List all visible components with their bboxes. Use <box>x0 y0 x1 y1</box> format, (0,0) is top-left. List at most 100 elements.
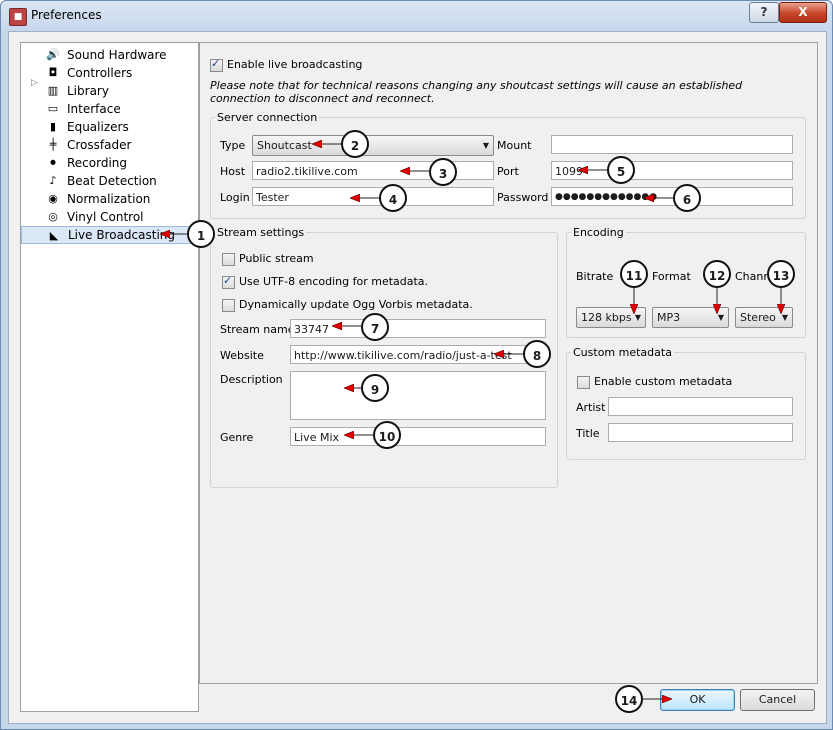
sidebar-item-beat-detection[interactable]: ♪ Beat Detection <box>21 172 157 190</box>
sidebar-item-label: Interface <box>67 102 121 116</box>
callout-10: 10 <box>373 421 401 449</box>
live-broadcasting-panel: Enable live broadcasting Please note tha… <box>199 42 818 684</box>
website-input[interactable]: http://www.tikilive.com/radio/just-a-tes… <box>290 345 546 364</box>
sidebar-item-label: Beat Detection <box>67 174 157 188</box>
sidebar-item-normalization[interactable]: ◉ Normalization <box>21 190 150 208</box>
close-button[interactable]: X <box>779 2 827 23</box>
mount-label: Mount <box>497 139 532 152</box>
host-label: Host <box>220 165 246 178</box>
port-label: Port <box>497 165 519 178</box>
controller-icon: ◘ <box>48 66 58 79</box>
help-button[interactable]: ? <box>749 2 779 23</box>
callout-11: 11 <box>620 260 648 288</box>
artist-input[interactable] <box>608 397 793 416</box>
callout-12: 12 <box>703 260 731 288</box>
login-input[interactable]: Tester <box>252 187 494 206</box>
channels-value: Stereo <box>740 311 776 324</box>
sidebar-item-vinyl-control[interactable]: ◎ Vinyl Control <box>21 208 144 226</box>
ogg-metadata-label: Dynamically update Ogg Vorbis metadata. <box>239 298 473 311</box>
callout-13: 13 <box>767 260 795 288</box>
title-bar[interactable]: ■ Preferences ? X <box>1 1 832 31</box>
sidebar-item-library[interactable]: ▥ Library <box>21 82 109 100</box>
bitrate-label: Bitrate <box>576 270 614 283</box>
recording-icon: ⏺ <box>50 156 56 169</box>
sidebar-item-controllers[interactable]: ◘ Controllers <box>21 64 133 82</box>
callout-7: 7 <box>361 313 389 341</box>
sidebar-item-label: Sound Hardware <box>67 48 167 62</box>
callout-9: 9 <box>361 374 389 402</box>
sidebar-item-label: Live Broadcasting <box>68 228 175 242</box>
utf8-metadata-checkbox[interactable] <box>222 274 235 289</box>
type-select[interactable]: Shoutcast ▼ <box>252 135 494 156</box>
sidebar-item-label: Vinyl Control <box>67 210 144 224</box>
public-stream-checkbox[interactable] <box>222 253 235 266</box>
library-icon: ▥ <box>47 84 59 97</box>
preferences-tree[interactable]: ▷ 🔊 Sound Hardware ◘ Controllers ▥ Library … <box>20 42 199 712</box>
sidebar-item-live-broadcasting[interactable]: ◣ Live Broadcasting <box>21 226 198 244</box>
equalizer-icon: ▮ <box>49 120 57 133</box>
callout-5: 5 <box>607 156 635 184</box>
enable-custom-metadata-checkbox[interactable] <box>577 376 590 389</box>
ok-button[interactable]: OK <box>660 689 735 711</box>
cancel-button[interactable]: Cancel <box>740 689 815 711</box>
channels-select[interactable]: Stereo ▼ <box>735 307 793 328</box>
stream-name-input[interactable]: 33747 <box>290 319 546 338</box>
format-value: MP3 <box>657 311 681 324</box>
shoutcast-note: Please note that for technical reasons c… <box>210 79 743 105</box>
description-label: Description <box>220 373 283 386</box>
password-label: Password <box>497 191 549 204</box>
description-textarea[interactable] <box>290 371 546 420</box>
password-input[interactable]: ●●●●●●●●●●●●● <box>551 187 793 206</box>
title-input[interactable] <box>608 423 793 442</box>
dialog-client: ▷ 🔊 Sound Hardware ◘ Controllers ▥ Library … <box>8 31 827 724</box>
genre-input[interactable]: Live Mix <box>290 427 546 446</box>
callout-14: 14 <box>615 685 643 713</box>
callout-8: 8 <box>523 340 551 368</box>
stream-name-label: Stream name <box>220 323 295 336</box>
callout-6: 6 <box>673 184 701 212</box>
normalization-icon: ◉ <box>48 192 58 205</box>
stream-settings-title: Stream settings <box>215 226 307 239</box>
sidebar-item-label: Normalization <box>67 192 151 206</box>
format-select[interactable]: MP3 ▼ <box>652 307 729 328</box>
type-label: Type <box>220 139 246 152</box>
monitor-icon: ▭ <box>47 102 59 115</box>
sidebar-item-crossfader[interactable]: ╪ Crossfader <box>21 136 132 154</box>
sidebar-item-sound-hardware[interactable]: 🔊 Sound Hardware <box>21 46 167 64</box>
bitrate-select[interactable]: 128 kbps ▼ <box>576 307 646 328</box>
title-label: Title <box>576 427 600 440</box>
ogg-metadata-checkbox[interactable] <box>222 299 235 312</box>
host-input[interactable]: radio2.tikilive.com <box>252 161 494 180</box>
vinyl-icon: ◎ <box>48 210 58 223</box>
chevron-down-icon: ▼ <box>634 313 641 322</box>
window-title: Preferences <box>31 8 102 22</box>
crossfader-icon: ╪ <box>49 138 57 151</box>
sidebar-item-interface[interactable]: ▭ Interface <box>21 100 121 118</box>
preferences-window: ■ Preferences ? X ▷ 🔊 Sound Hardware ◘ Con… <box>0 0 833 730</box>
callout-1: 1 <box>187 220 215 248</box>
chevron-down-icon: ▼ <box>781 313 788 322</box>
enable-broadcasting-checkbox[interactable] <box>210 57 223 72</box>
port-input[interactable]: 1099 <box>551 161 793 180</box>
enable-custom-metadata-label: Enable custom metadata <box>594 375 733 388</box>
server-connection-title: Server connection <box>215 111 320 124</box>
sidebar-item-recording[interactable]: ⏺ Recording <box>21 154 127 172</box>
utf8-metadata-label: Use UTF-8 encoding for metadata. <box>239 275 429 288</box>
sidebar-item-label: Equalizers <box>67 120 129 134</box>
callout-3: 3 <box>429 158 457 186</box>
satellite-dish-icon: ◣ <box>49 229 59 242</box>
mount-input[interactable] <box>551 135 793 154</box>
format-label: Format <box>652 270 691 283</box>
sidebar-item-equalizers[interactable]: ▮ Equalizers <box>21 118 129 136</box>
genre-label: Genre <box>220 431 254 444</box>
website-label: Website <box>220 349 264 362</box>
sidebar-item-label: Recording <box>67 156 128 170</box>
encoding-title: Encoding <box>571 226 626 239</box>
artist-label: Artist <box>576 401 606 414</box>
app-icon: ■ <box>9 8 27 26</box>
sidebar-item-label: Crossfader <box>67 138 132 152</box>
callout-4: 4 <box>379 184 407 212</box>
speaker-icon: 🔊 <box>46 48 60 61</box>
login-label: Login <box>220 191 250 204</box>
enable-broadcasting-label: Enable live broadcasting <box>227 58 363 71</box>
